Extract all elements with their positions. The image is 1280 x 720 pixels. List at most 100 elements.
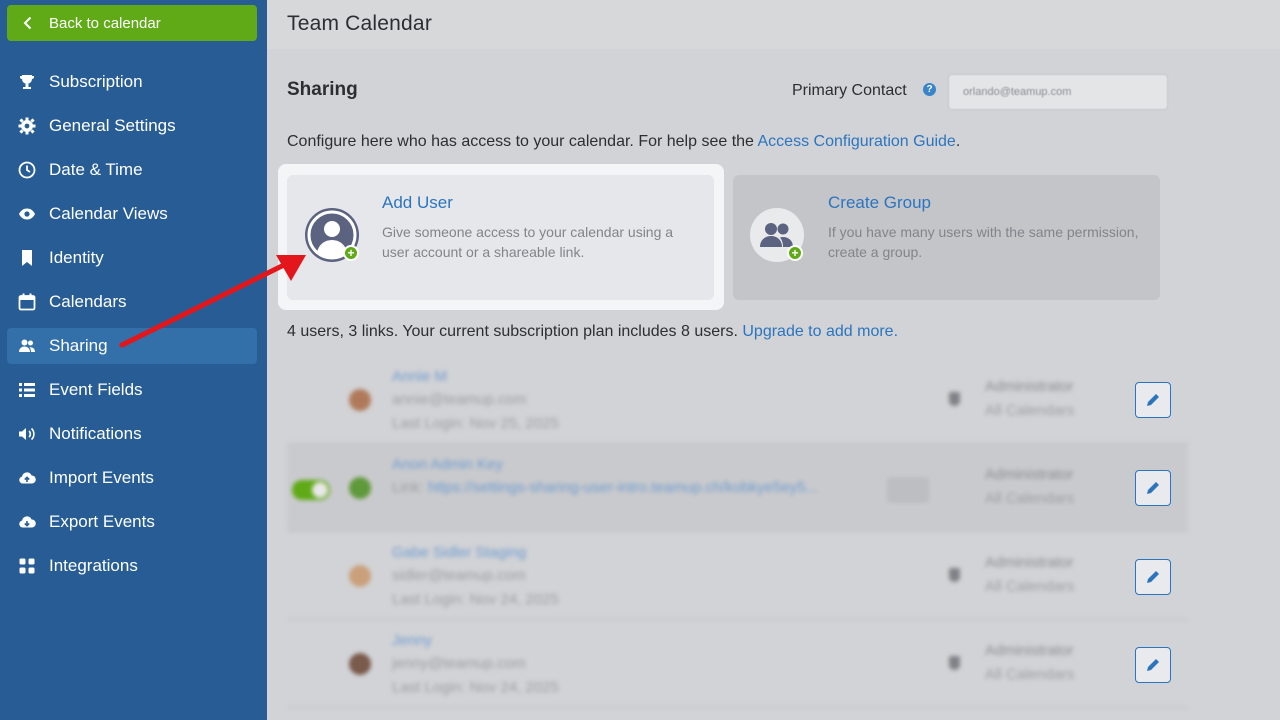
config-text: Configure here who has access to your ca… [287,133,758,150]
sidebar-item-label: Date & Time [49,160,143,179]
avatar [349,477,371,499]
sidebar: Back to calendar Subscription General Se… [0,0,267,720]
settings-nav: Subscription General Settings Date & Tim… [0,60,267,588]
sidebar-item-label: Subscription [49,72,143,91]
avatar [349,565,371,587]
grid-icon [18,557,36,575]
primary-contact-select[interactable]: orlando@teamup.com [948,74,1168,110]
sidebar-item-date-time[interactable]: Date & Time [0,148,267,192]
pencil-icon [1147,659,1159,671]
pencil-icon [1147,571,1159,583]
user-name[interactable]: Anon Admin Key [392,456,503,473]
avatar [349,389,371,411]
speaker-icon [18,425,36,443]
sidebar-item-subscription[interactable]: Subscription [0,60,267,104]
user-role: Administrator [985,642,1074,659]
sidebar-item-export-events[interactable]: Export Events [0,500,267,544]
sidebar-item-label: Integrations [49,556,138,575]
subscription-summary: 4 users, 3 links. Your current subscript… [287,323,898,341]
plus-icon: + [343,245,359,261]
shield-icon [949,392,960,406]
edit-user-button[interactable] [1135,647,1171,683]
shield-icon [949,656,960,670]
primary-contact-label: Primary Contact [792,82,907,99]
user-name[interactable]: Annie M [392,368,447,385]
trophy-icon [18,73,36,91]
user-role: Administrator [985,466,1074,483]
config-text-end: . [955,133,961,150]
avatar [349,653,371,675]
user-calendars: All Calendars [985,402,1075,419]
sidebar-item-general-settings[interactable]: General Settings [0,104,267,148]
pencil-icon [1147,394,1159,406]
user-last-login: Last Login: Nov 24, 2025 [392,591,559,608]
copy-link-button[interactable] [887,477,929,503]
sidebar-item-label: Import Events [49,468,154,487]
access-configuration-guide-link[interactable]: Access Configuration Guide [758,133,956,150]
user-name[interactable]: Gabe Sidler Staging [392,544,526,561]
sidebar-item-sharing[interactable]: Sharing [0,324,267,368]
pencil-icon [1147,482,1159,494]
section-title: Sharing [287,79,358,100]
eye-icon [18,205,36,223]
users-list: Annie M annie@teamup.com Last Login: Nov… [287,356,1188,708]
user-email: jenny@teamup.com [392,655,526,672]
user-role: Administrator [985,554,1074,571]
add-user-title[interactable]: Add User [382,193,453,213]
bookmark-icon [18,249,36,267]
sidebar-item-integrations[interactable]: Integrations [0,544,267,588]
cloud-upload-icon [18,469,36,487]
sidebar-item-import-events[interactable]: Import Events [0,456,267,500]
user-row: Annie M annie@teamup.com Last Login: Nov… [287,356,1188,444]
user-calendars: All Calendars [985,666,1075,683]
sidebar-item-event-fields[interactable]: Event Fields [0,368,267,412]
create-group-description: If you have many users with the same per… [828,224,1139,260]
user-row: Gabe Sidler Staging sidler@teamup.com La… [287,532,1188,620]
edit-user-button[interactable] [1135,470,1171,506]
clock-icon [18,161,36,179]
gear-icon [18,117,36,135]
link-active-toggle[interactable] [292,480,330,500]
user-row: Jenny jenny@teamup.com Last Login: Nov 2… [287,620,1188,708]
help-icon[interactable]: ? [923,83,936,96]
sidebar-item-calendar-views[interactable]: Calendar Views [0,192,267,236]
sidebar-item-label: Export Events [49,512,155,531]
user-last-login: Last Login: Nov 24, 2025 [392,679,559,696]
chevron-left-icon [23,16,35,30]
user-role: Administrator [985,378,1074,395]
sidebar-item-identity[interactable]: Identity [0,236,267,280]
edit-user-button[interactable] [1135,559,1171,595]
create-group-card[interactable]: + Create Group If you have many users wi… [733,175,1160,300]
page-title: Team Calendar [287,12,433,35]
shield-icon [949,568,960,582]
sidebar-item-label: General Settings [49,116,176,135]
config-description: Configure here who has access to your ca… [287,133,960,151]
sidebar-item-label: Event Fields [49,380,143,399]
list-icon [18,381,36,399]
sidebar-item-label: Calendars [49,292,127,311]
sidebar-item-notifications[interactable]: Notifications [0,412,267,456]
sidebar-item-calendars[interactable]: Calendars [0,280,267,324]
add-user-card[interactable]: + Add User Give someone access to your c… [287,175,714,300]
back-to-calendar-button[interactable]: Back to calendar [7,5,257,41]
user-email: sidler@teamup.com [392,567,526,584]
user-name[interactable]: Jenny [392,632,432,649]
user-calendars: All Calendars [985,490,1075,507]
sidebar-item-label: Calendar Views [49,204,168,223]
plus-icon: + [787,245,803,261]
upgrade-link[interactable]: Upgrade to add more. [742,323,898,340]
users-icon [18,337,36,355]
user-row: Anon Admin Key Link: https://settings-sh… [287,444,1188,532]
create-group-title[interactable]: Create Group [828,193,931,213]
user-email: annie@teamup.com [392,391,527,408]
add-user-description: Give someone access to your calendar usi… [382,224,674,260]
back-to-calendar-label: Back to calendar [49,14,161,32]
calendar-icon [18,293,36,311]
link-label: Link: [392,479,428,496]
share-link-url[interactable]: https://settings-sharing-user-intro.team… [428,479,818,496]
edit-user-button[interactable] [1135,382,1171,418]
top-bar: Team Calendar [267,0,1280,49]
cloud-download-icon [18,513,36,531]
plan-text: 4 users, 3 links. Your current subscript… [287,323,743,340]
sidebar-item-label: Notifications [49,424,142,443]
